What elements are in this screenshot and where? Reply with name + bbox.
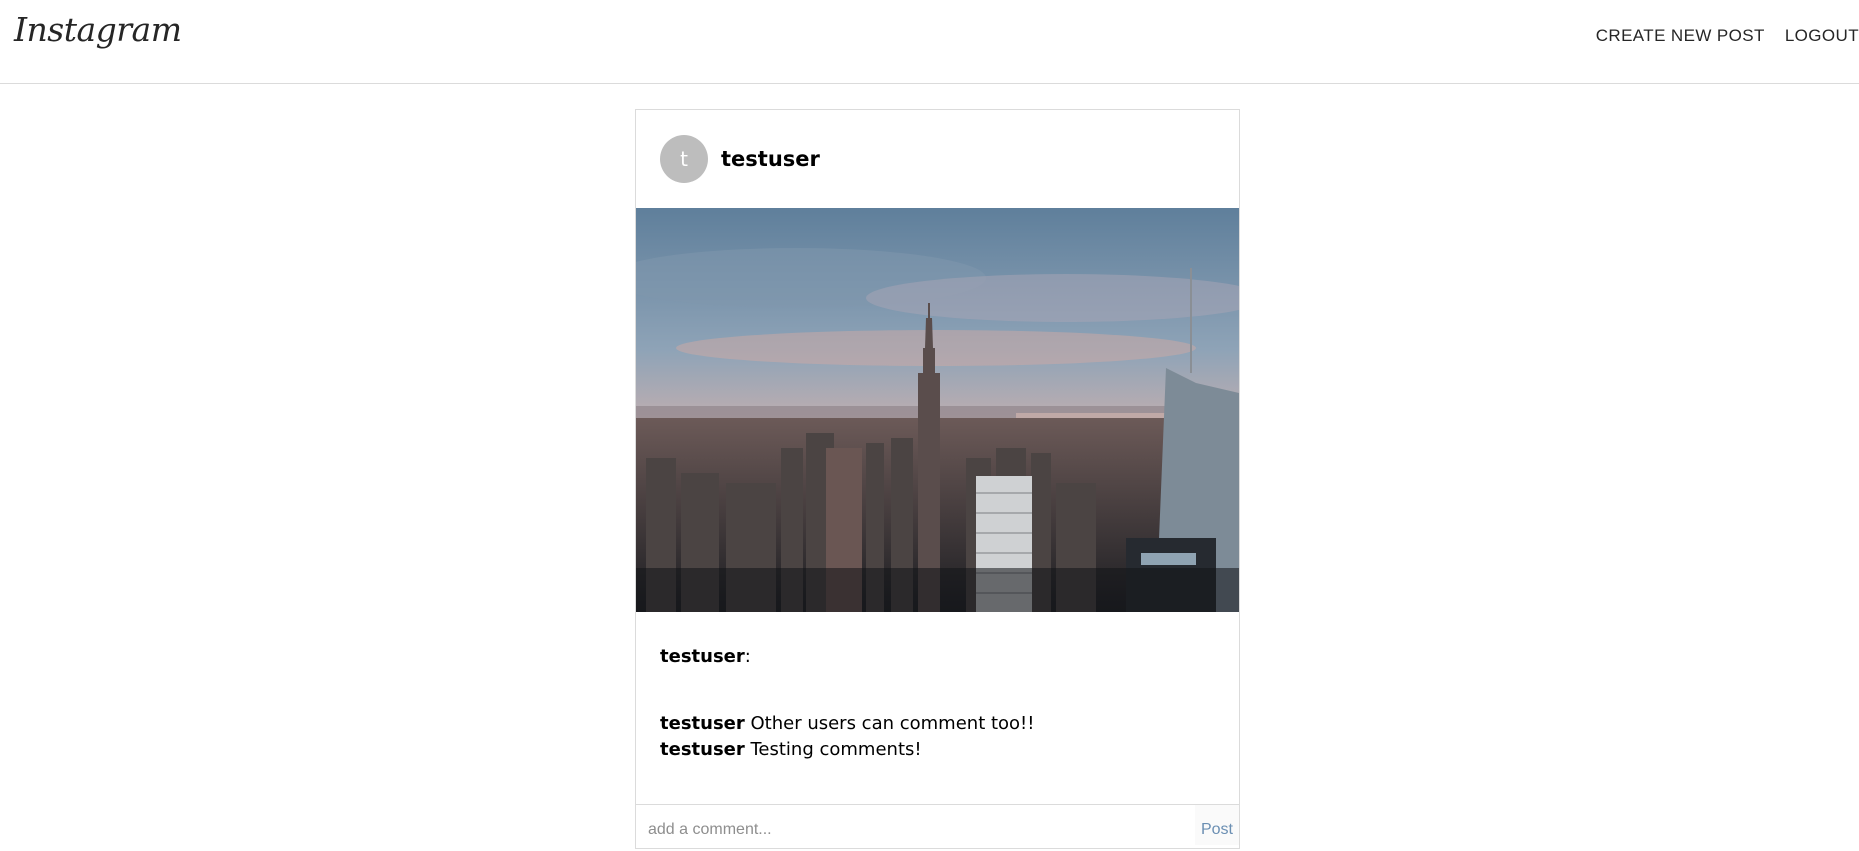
comment-username[interactable]: testuser (660, 739, 745, 760)
logout-link[interactable]: LOGOUT (1785, 26, 1859, 46)
comment-username[interactable]: testuser (660, 713, 745, 734)
post-comment-button[interactable]: Post (1195, 805, 1239, 845)
post-header: t testuser (636, 110, 1239, 208)
caption-username[interactable]: testuser (660, 646, 745, 667)
comment-text: Other users can comment too!! (750, 713, 1035, 734)
instagram-logo[interactable]: Instagram (14, 10, 182, 49)
comment-item: testuser Testing comments! (660, 737, 1215, 763)
post-username[interactable]: testuser (721, 147, 820, 171)
avatar[interactable]: t (660, 135, 708, 183)
comment-text: Testing comments! (750, 739, 922, 760)
create-new-post-link[interactable]: CREATE NEW POST (1596, 26, 1765, 46)
top-nav: CREATE NEW POST LOGOUT (1596, 26, 1859, 46)
comment-item: testuser Other users can comment too!! (660, 711, 1215, 737)
post-image (636, 208, 1239, 612)
post-card: t testuser testuser: testuser Other user… (635, 109, 1240, 849)
comment-form: Post (636, 804, 1239, 851)
top-header: Instagram CREATE NEW POST LOGOUT (0, 0, 1859, 84)
caption-separator: : (744, 646, 751, 667)
comments-list: testuser Other users can comment too!! t… (636, 667, 1239, 763)
comment-input[interactable] (636, 805, 1195, 845)
post-caption: testuser: (636, 612, 1239, 667)
